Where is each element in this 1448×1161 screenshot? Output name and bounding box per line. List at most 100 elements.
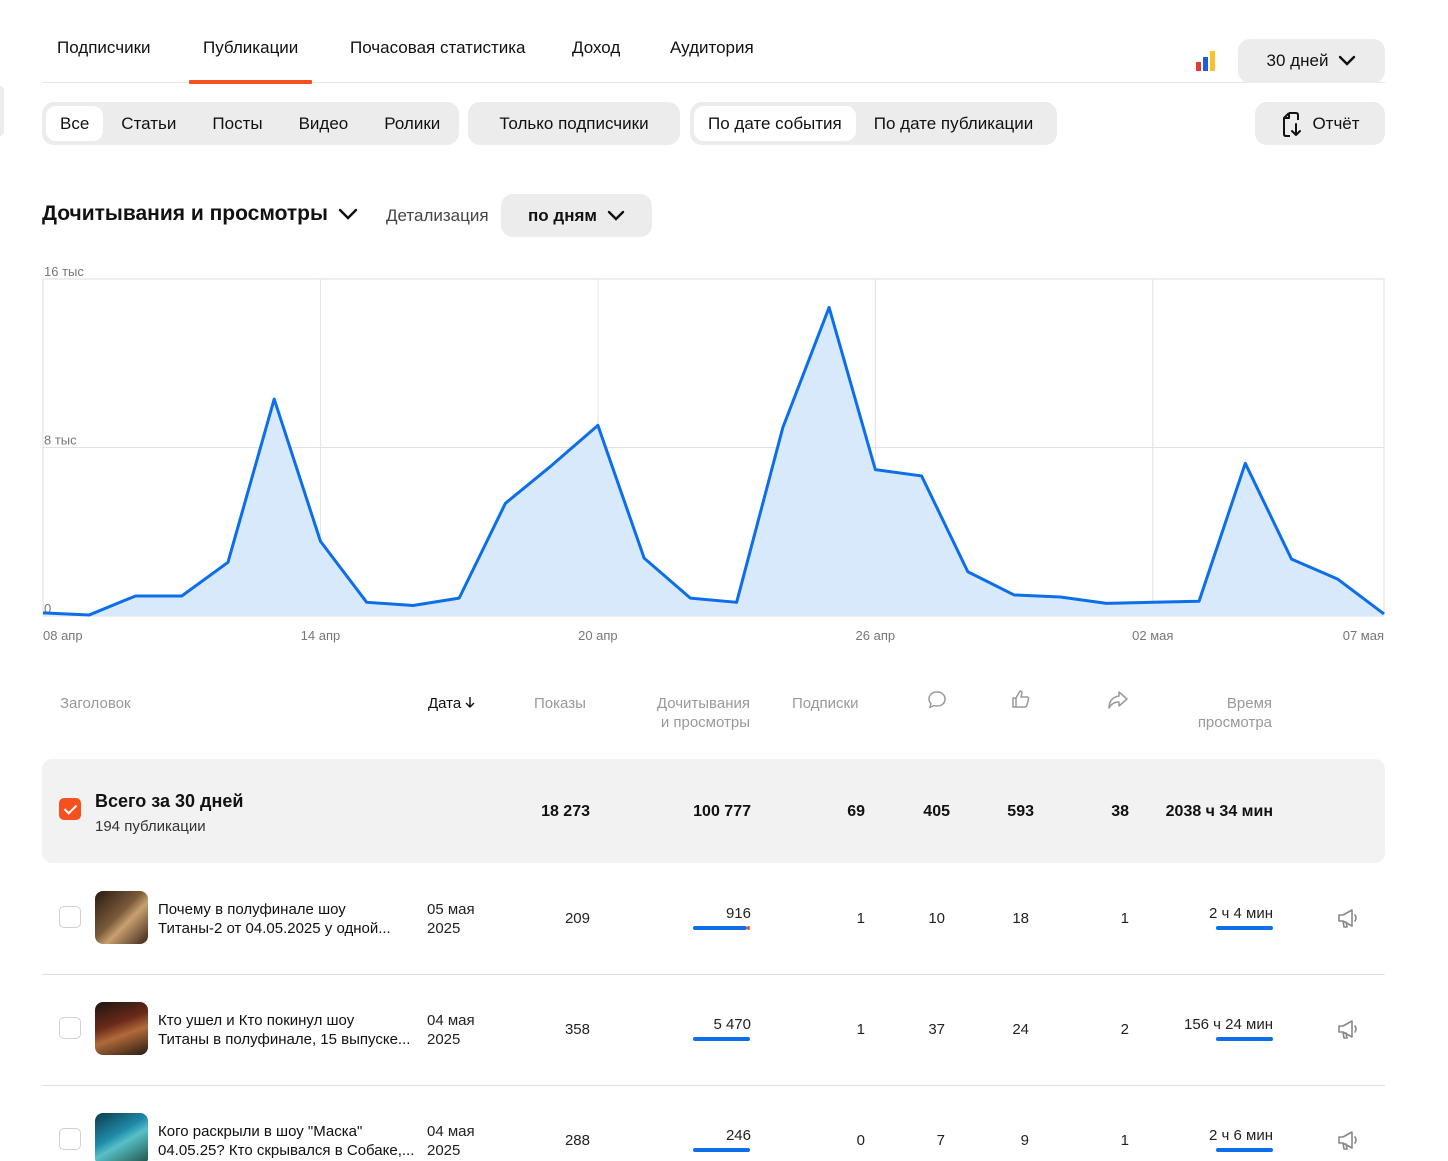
subscribers-only-label: Только подписчики [499,113,649,133]
header-date[interactable]: Дата [428,694,475,713]
detail-label: Детализация [386,206,489,225]
row-impressions: 288 [564,1132,590,1149]
row-reads: 916 [725,905,751,922]
tab-publications[interactable]: Публикации [188,38,313,84]
chevron-down-icon [338,208,358,220]
title-line-2: 04.05.25? Кто скрывался в Собаке,... [158,1142,415,1159]
header-watch-time[interactable]: Время просмотра [1198,694,1272,732]
date-year: 2025 [427,1031,461,1048]
totals-row: Всего за 30 дней 194 публикации 18 273 1… [42,759,1385,863]
tab-hourly-stats[interactable]: Почасовая статистика [350,38,526,83]
row-subs: 1 [856,1021,865,1038]
tab-income[interactable]: Доход [572,38,620,83]
subscribers-only-toggle[interactable]: Только подписчики [468,102,680,145]
table-row[interactable]: Кто ушел и Кто покинул шоу Титаны в полуф… [42,974,1385,1084]
title-line-1: Почему в полуфинале шоу [158,901,346,918]
filter-articles[interactable]: Статьи [103,106,194,141]
download-report-icon [1283,111,1302,137]
metric-label: Дочитывания и просмотры [42,202,328,225]
watch-time-bar [1216,1037,1273,1041]
row-shares: 1 [1120,910,1129,927]
publication-date: 04 мая 2025 [427,1122,475,1160]
detail-select[interactable]: по дням [501,194,652,237]
totals-comments: 405 [923,803,950,820]
detail-value: по дням [528,205,597,225]
x-tick-label: 02 мая [1132,628,1173,643]
header-subs[interactable]: Подписки [792,694,859,713]
row-impressions: 358 [564,1021,590,1038]
date-mode-event[interactable]: По дате события [694,106,856,141]
metric-selector[interactable]: Дочитывания и просмотры [42,202,358,226]
header-time-line2: просмотра [1197,714,1272,731]
date-day: 04 мая [427,1012,475,1029]
publication-thumbnail[interactable] [95,1002,148,1055]
row-watch-time: 156 ч 24 мин [1183,1016,1273,1033]
totals-impressions: 18 273 [541,803,590,820]
header-time-line1: Время [1226,695,1272,712]
totals-title: Всего за 30 дней [95,791,244,811]
tab-subscribers[interactable]: Подписчики [57,38,151,83]
row-checkbox[interactable] [59,906,81,928]
header-impressions-label: Показы [534,695,586,712]
header-subs-label: Подписки [792,695,859,712]
reads-bar [693,1148,750,1152]
y-tick-label: 16 тыс [44,264,84,279]
reads-bar-remainder [747,926,750,930]
reads-bar [693,1037,750,1041]
chevron-down-icon [1339,55,1356,66]
promote-megaphone-icon[interactable] [1336,1128,1360,1152]
select-all-checkbox[interactable] [59,798,81,820]
publication-title[interactable]: Кто ушел и Кто покинул шоу Титаны в полуф… [158,1011,418,1049]
row-likes: 9 [1020,1132,1029,1149]
share-icon[interactable] [1107,690,1129,710]
title-line-1: Кто ушел и Кто покинул шоу [158,1012,355,1029]
publication-title[interactable]: Почему в полуфинале шоу Титаны-2 от 04.05… [158,900,418,938]
tab-audience[interactable]: Аудитория [670,38,754,83]
like-icon[interactable] [1011,689,1031,709]
period-value: 30 дней [1266,51,1329,70]
date-year: 2025 [427,1142,461,1159]
title-line-1: Кого раскрыли в шоу "Маска" [158,1123,363,1140]
date-day: 04 мая [427,1123,475,1140]
reads-chart: 08 тыс16 тыс08 апр 14 апр 20 апр 26 апр 02 м… [42,264,1385,643]
row-watch-time: 2 ч 4 мин [1209,905,1273,922]
row-comments: 7 [936,1132,945,1149]
promote-megaphone-icon[interactable] [1336,906,1360,930]
sidebar-edge [0,86,4,136]
title-line-2: Титаны-2 от 04.05.2025 у одной... [158,920,391,937]
row-impressions: 209 [564,910,590,927]
top-tabs: Подписчики Публикации Почасовая статисти… [42,0,1385,84]
row-watch-time: 2 ч 6 мин [1209,1127,1273,1144]
filter-all[interactable]: Все [46,106,104,141]
report-button[interactable]: Отчёт [1255,102,1385,145]
header-title[interactable]: Заголовок [60,694,131,713]
table-row[interactable]: Почему в полуфинале шоу Титаны-2 от 04.05… [42,863,1385,973]
table-row[interactable]: Кого раскрыли в шоу "Маска" 04.05.25? Кто… [42,1085,1385,1161]
totals-shares: 38 [1111,803,1129,820]
row-checkbox[interactable] [59,1128,81,1150]
publication-thumbnail[interactable] [95,891,148,944]
publication-title[interactable]: Кого раскрыли в шоу "Маска" 04.05.25? Кто… [158,1122,418,1160]
x-tick-label: 20 апр [578,628,618,643]
row-subs: 0 [856,1132,865,1149]
header-reads[interactable]: Дочитывания и просмотры [657,694,750,732]
row-checkbox[interactable] [59,1017,81,1039]
series-area [43,307,1384,616]
filter-shorts[interactable]: Ролики [366,106,458,141]
report-label: Отчёт [1312,113,1360,133]
filter-posts[interactable]: Посты [194,106,280,141]
promote-megaphone-icon[interactable] [1336,1017,1360,1041]
period-select[interactable]: 30 дней [1238,39,1385,83]
header-reads-line2: и просмотры [660,714,750,731]
header-impressions[interactable]: Показы [534,694,586,713]
comment-icon[interactable] [927,690,947,710]
x-tick-label: 07 мая [1343,628,1384,643]
publication-thumbnail[interactable] [95,1113,148,1161]
date-year: 2025 [427,920,461,937]
metrica-icon[interactable] [1196,51,1218,71]
totals-subtitle: 194 публикации [95,818,206,835]
watch-time-bar [1216,1148,1273,1152]
date-mode-publication[interactable]: По дате публикации [856,106,1051,141]
filter-video[interactable]: Видео [281,106,367,141]
totals-watch-time: 2038 ч 34 мин [1165,803,1273,820]
